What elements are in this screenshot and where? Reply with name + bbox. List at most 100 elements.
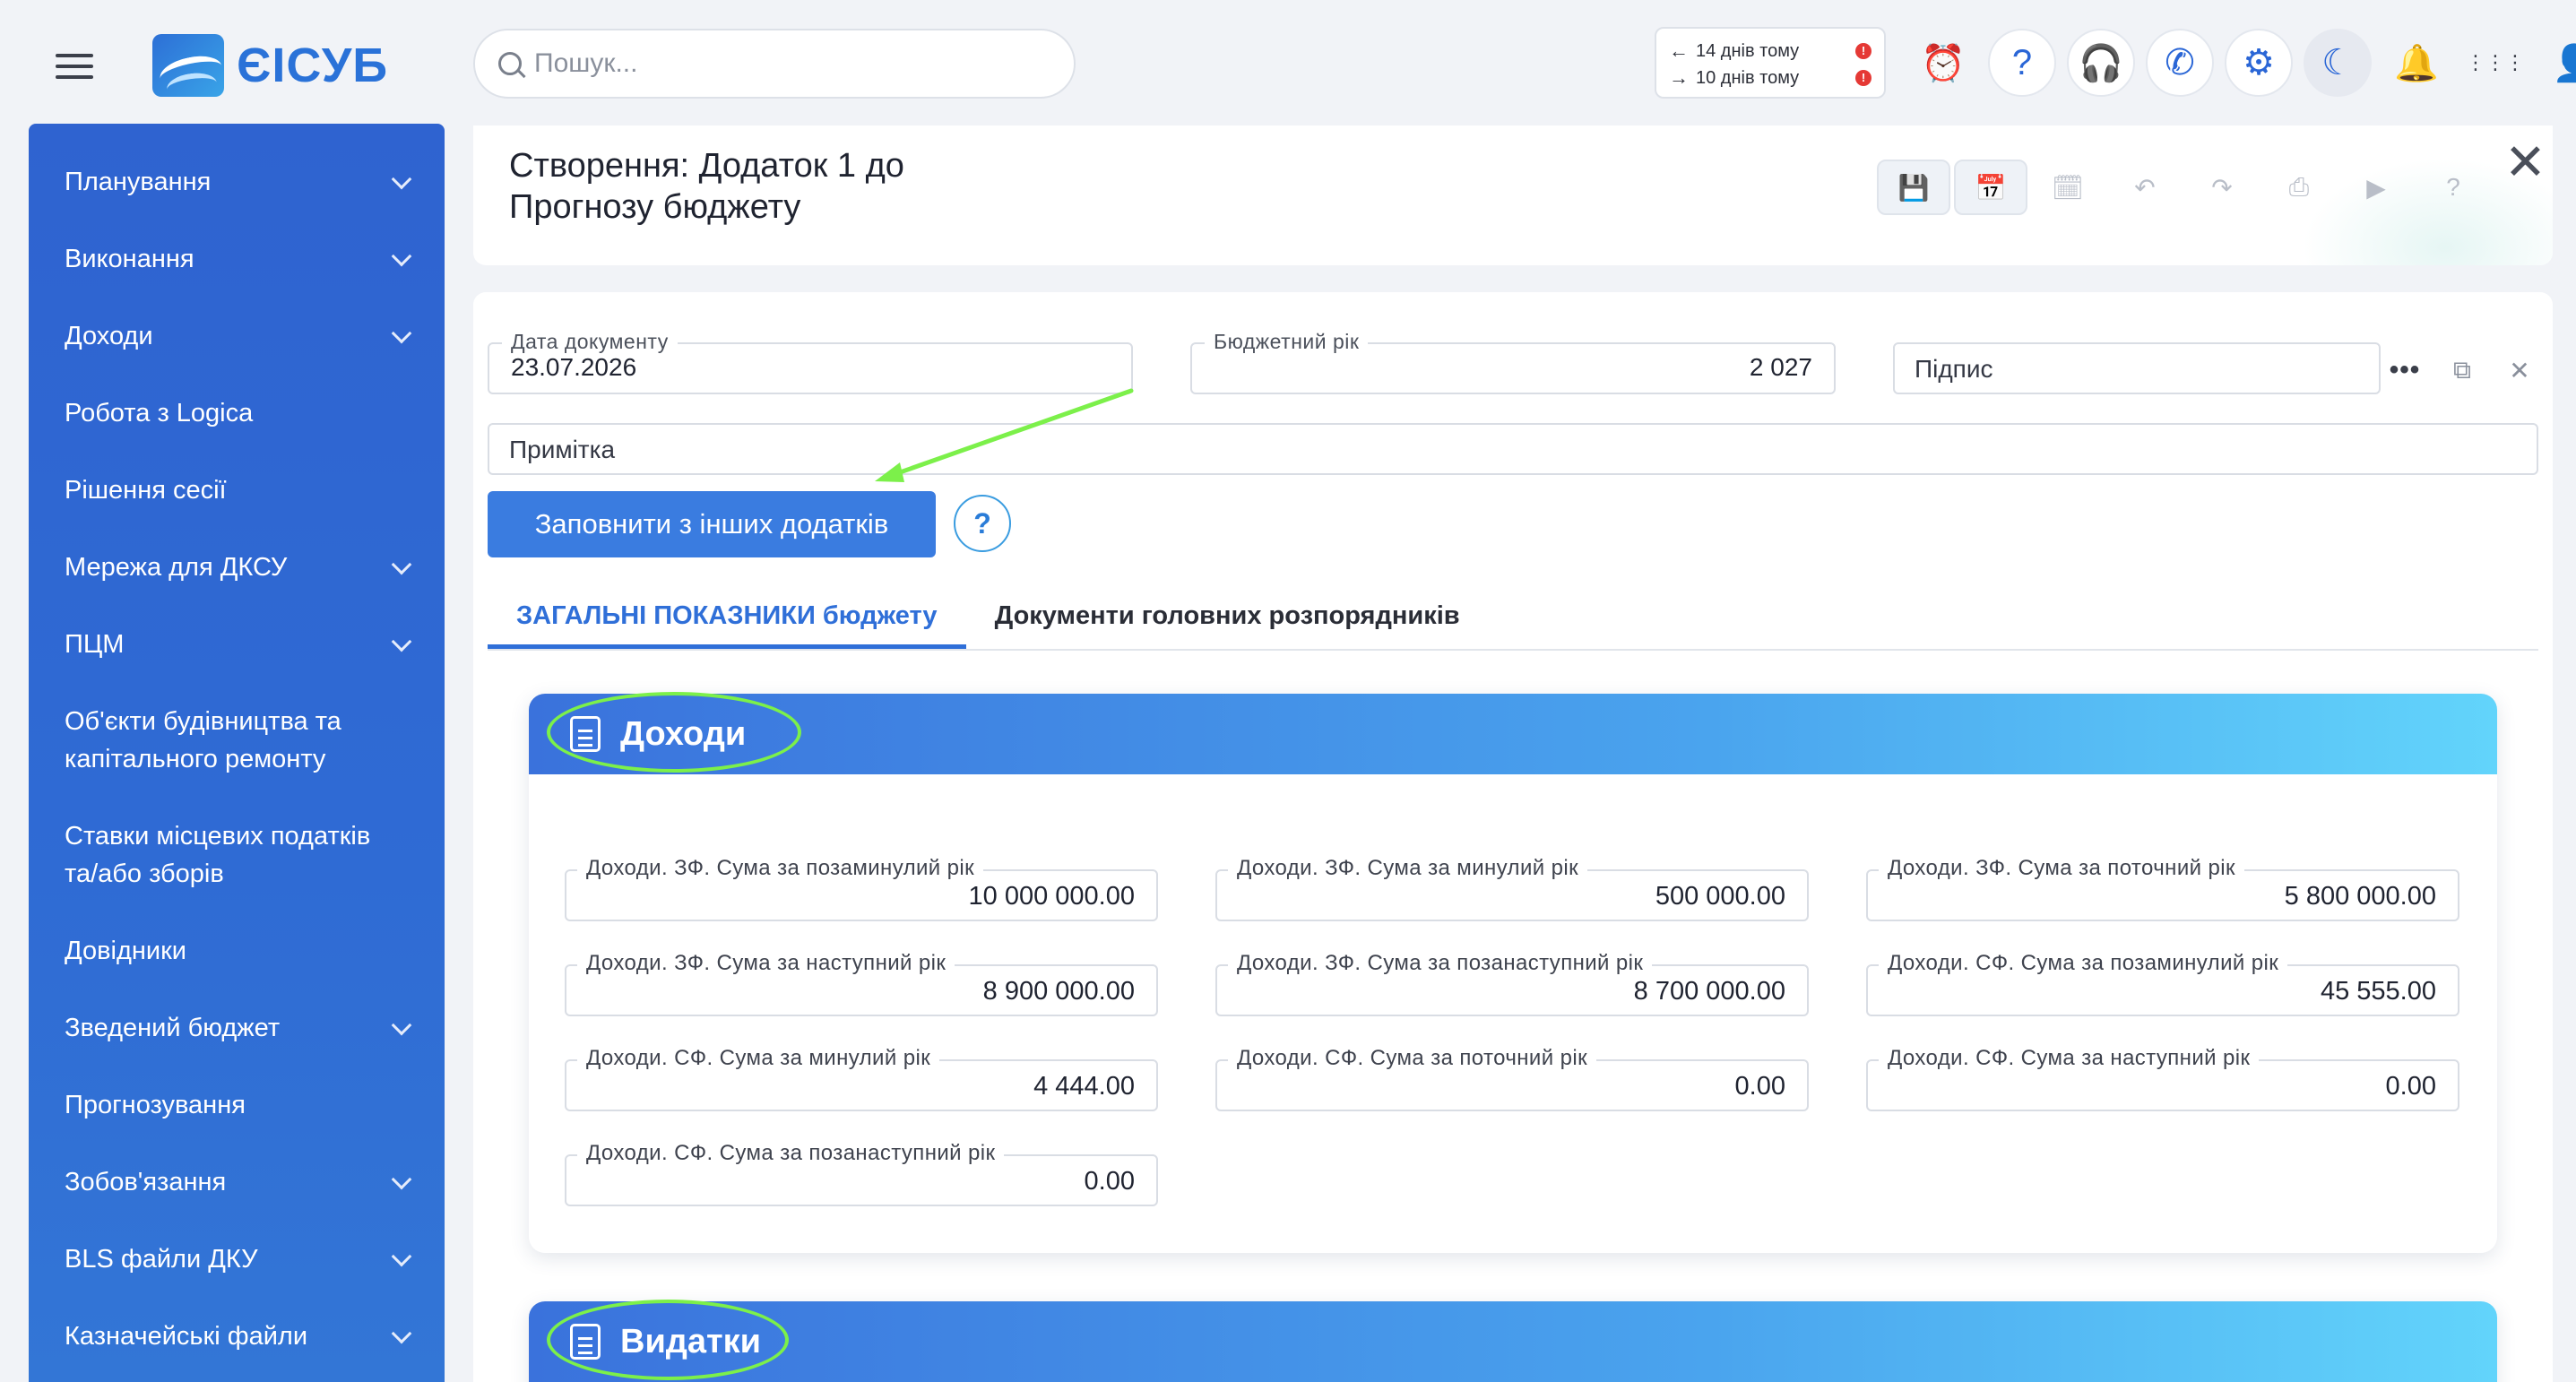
menu-hamburger-icon[interactable] [56,54,93,81]
sidebar-item-14[interactable]: BLS файли ДКУ [29,1221,445,1298]
income-field[interactable]: Доходи. СФ. Сума за позанаступний рік 0.0… [565,1141,1158,1206]
doc-date-field[interactable]: Дата документу 23.07.2026 [488,330,1133,394]
budget-year-label: Бюджетний рік [1205,330,1369,354]
sidebar-item-10[interactable]: Довідники [29,912,445,989]
income-field-value[interactable]: 10 000 000.00 [969,882,1135,911]
clear-icon[interactable]: ✕ [2495,348,2544,393]
chevron-down-icon [391,1015,412,1036]
income-field-label: Доходи. СФ. Сума за позаминулий рік [1879,951,2288,976]
sidebar-item-8[interactable]: Об'єкти будівництва та капітального ремо… [29,683,445,798]
income-field-value[interactable]: 500 000.00 [1655,882,1785,911]
help-icon[interactable]: ? [1988,29,2056,97]
history-back-row[interactable]: ← 14 днів тому ! [1669,38,1871,65]
income-field-label: Доходи. СФ. Сума за поточний рік [1228,1046,1596,1071]
page-title: Створення: Додаток 1 до Прогнозу бюджету [509,147,904,226]
chevron-down-icon [391,323,412,344]
chevron-down-icon [391,1323,412,1344]
sidebar-item-12[interactable]: Прогнозування [29,1067,445,1144]
help-icon[interactable]: ? [2416,160,2490,215]
sidebar-item-7[interactable]: ПЦМ [29,606,445,683]
income-field[interactable]: Доходи. ЗФ. Сума за позаминулий рік 10 00… [565,856,1158,921]
more-options-icon[interactable]: ••• [2381,348,2429,393]
sidebar-item-4[interactable]: Робота з Logica [29,375,445,452]
income-field[interactable]: Доходи. СФ. Сума за минулий рік 4 444.00 [565,1046,1158,1111]
budget-year-value[interactable]: 2 027 [1214,353,1812,382]
sidebar-item-label: ПЦМ [65,630,125,659]
history-forward-row[interactable]: → 10 днів тому ! [1669,65,1871,91]
income-field[interactable]: Доходи. ЗФ. Сума за наступний рік 8 900 0… [565,951,1158,1016]
income-field-value[interactable]: 0.00 [2386,1072,2436,1101]
income-field-label: Доходи. СФ. Сума за позанаступний рік [577,1141,1005,1166]
top-bar: ЄІСУБ ← 14 днів тому ! → 10 днів тому ! … [0,0,2576,125]
income-field[interactable]: Доходи. СФ. Сума за позаминулий рік 45 55… [1866,951,2459,1016]
print-icon[interactable]: ⎙ [2262,160,2336,215]
headset-icon[interactable]: 🎧 [2067,29,2135,97]
income-field-value[interactable]: 4 444.00 [1033,1072,1135,1101]
doc-date-value[interactable]: 23.07.2026 [511,353,1110,382]
undo-icon[interactable]: ↶ [2108,160,2182,215]
sidebar-item-label: Рішення сесії [65,476,227,505]
sidebar-item-6[interactable]: Мережа для ДКСУ [29,529,445,606]
sidebar-item-label: Мережа для ДКСУ [65,553,288,582]
income-field[interactable]: Доходи. ЗФ. Сума за позанаступний рік 8 7… [1215,951,1809,1016]
search-input[interactable] [534,48,1036,79]
sidebar-item-2[interactable]: Виконання [29,220,445,298]
phone-icon[interactable]: ✆ [2146,29,2214,97]
income-field-value[interactable]: 0.00 [1085,1167,1135,1196]
income-section-header[interactable]: Доходи [529,692,2497,774]
close-icon[interactable]: ✕ [2504,133,2546,192]
notifications-bell-icon[interactable]: 🔔 [2382,29,2451,97]
sidebar-item-15[interactable]: Казначейські файли [29,1298,445,1375]
income-field-value[interactable]: 8 700 000.00 [1634,977,1785,1006]
help-icon[interactable]: ? [954,495,1011,552]
income-field[interactable]: Доходи. СФ. Сума за наступний рік 0.00 [1866,1046,2459,1111]
tab-bar: ЗАГАЛЬНІ ПОКАЗНИКИ бюджету Документи голо… [488,588,2538,651]
note-placeholder: Примітка [509,436,616,463]
tab-1[interactable]: ЗАГАЛЬНІ ПОКАЗНИКИ бюджету [488,588,966,649]
app-logo[interactable]: ЄІСУБ [152,34,388,97]
sidebar-item-5[interactable]: Рішення сесії [29,452,445,529]
user-account-icon[interactable]: 👤 [2540,29,2576,97]
sidebar-item-label: Планування [65,168,212,196]
tab-2[interactable]: Документи головних розпорядників [966,588,1489,649]
sidebar: Планування Виконання Доходи Робота з Logica… [29,124,445,1382]
income-field-value[interactable]: 0.00 [1735,1072,1785,1101]
open-external-icon[interactable]: ⧉ [2438,348,2486,393]
income-field-label: Доходи. СФ. Сума за наступний рік [1879,1046,2260,1071]
alert-badge: ! [1855,70,1871,86]
alarm-clock-icon[interactable]: ⏰ [1909,29,1977,97]
arrow-left-icon: ← [1669,39,1689,62]
chevron-down-icon [391,631,412,652]
signature-field[interactable]: Підпис [1893,342,2381,394]
search-box[interactable] [473,29,1076,99]
apps-grid-icon[interactable]: ⋮⋮⋮ [2461,29,2529,97]
income-field[interactable]: Доходи. СФ. Сума за поточний рік 0.00 [1215,1046,1809,1111]
income-field-value[interactable]: 8 900 000.00 [983,977,1135,1006]
sidebar-item-9[interactable]: Ставки місцевих податків та/або зборів [29,798,445,912]
income-field[interactable]: Доходи. ЗФ. Сума за поточний рік 5 800 00… [1866,856,2459,921]
arrow-right-icon: → [1669,66,1689,89]
save-icon[interactable]: 💾 [1877,160,1950,215]
sidebar-item-label: Об'єкти будівництва та капітального ремо… [65,707,341,773]
note-field[interactable]: Примітка [488,423,2538,475]
video-icon[interactable]: ▶ [2339,160,2413,215]
sidebar-item-3[interactable]: Доходи [29,298,445,375]
income-field[interactable]: Доходи. ЗФ. Сума за минулий рік 500 000.0… [1215,856,1809,921]
redo-icon[interactable]: ↷ [2185,160,2259,215]
sidebar-item-11[interactable]: Зведений бюджет [29,989,445,1067]
expenses-section-header[interactable]: Видатки [529,1300,2497,1382]
income-field-label: Доходи. ЗФ. Сума за минулий рік [1228,856,1588,881]
income-field-value[interactable]: 5 800 000.00 [2285,882,2436,911]
fill-from-other-appendices-button[interactable]: Заповнити з інших додатків [488,491,936,557]
income-field-label: Доходи. ЗФ. Сума за позаминулий рік [577,856,984,881]
sidebar-item-1[interactable]: Планування [29,143,445,220]
budget-year-field[interactable]: Бюджетний рік 2 027 [1190,330,1836,394]
top-icon-bar: ⏰? 🎧 ✆ ⚙ ☾ 🔔 ⋮⋮⋮ 👤 [1909,29,2576,97]
settings-gear-icon[interactable]: ⚙ [2225,29,2293,97]
save-and-close-calendar-icon[interactable]: 📅 [1954,160,2027,215]
calendar-check-icon[interactable]: 🗓 [2031,160,2105,215]
recent-history-panel[interactable]: ← 14 днів тому ! → 10 днів тому ! [1655,27,1886,99]
income-field-value[interactable]: 45 555.00 [2321,977,2436,1006]
dark-mode-moon-icon[interactable]: ☾ [2304,29,2372,97]
sidebar-item-13[interactable]: Зобов'язання [29,1144,445,1221]
